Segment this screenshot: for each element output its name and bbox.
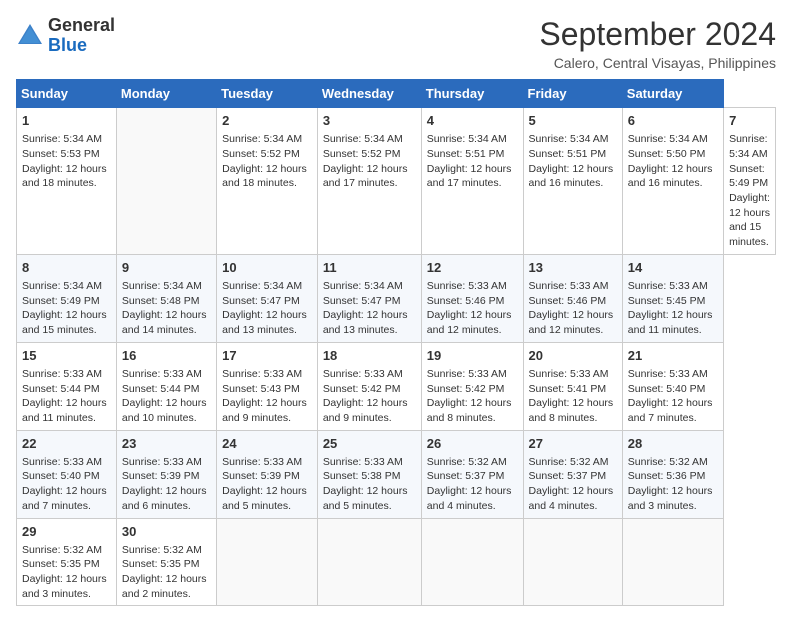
table-row: 28Sunrise: 5:32 AM Sunset: 5:36 PM Dayli… (622, 430, 723, 518)
month-title: September 2024 (539, 16, 776, 53)
table-row (317, 518, 421, 606)
table-row: 24Sunrise: 5:33 AM Sunset: 5:39 PM Dayli… (217, 430, 318, 518)
table-row: 21Sunrise: 5:33 AM Sunset: 5:40 PM Dayli… (622, 342, 723, 430)
logo-text-general: General (48, 16, 115, 36)
table-row: 2Sunrise: 5:34 AM Sunset: 5:52 PM Daylig… (217, 108, 318, 255)
table-row: 13Sunrise: 5:33 AM Sunset: 5:46 PM Dayli… (523, 254, 622, 342)
table-row (116, 108, 216, 255)
table-row: 18Sunrise: 5:33 AM Sunset: 5:42 PM Dayli… (317, 342, 421, 430)
table-row: 10Sunrise: 5:34 AM Sunset: 5:47 PM Dayli… (217, 254, 318, 342)
title-block: September 2024 Calero, Central Visayas, … (539, 16, 776, 71)
table-row: 5Sunrise: 5:34 AM Sunset: 5:51 PM Daylig… (523, 108, 622, 255)
table-row: 23Sunrise: 5:33 AM Sunset: 5:39 PM Dayli… (116, 430, 216, 518)
col-monday: Monday (116, 80, 216, 108)
col-tuesday: Tuesday (217, 80, 318, 108)
table-row: 19Sunrise: 5:33 AM Sunset: 5:42 PM Dayli… (421, 342, 523, 430)
table-row: 29Sunrise: 5:32 AM Sunset: 5:35 PM Dayli… (17, 518, 117, 606)
table-row: 9Sunrise: 5:34 AM Sunset: 5:48 PM Daylig… (116, 254, 216, 342)
table-row: 30Sunrise: 5:32 AM Sunset: 5:35 PM Dayli… (116, 518, 216, 606)
table-row: 16Sunrise: 5:33 AM Sunset: 5:44 PM Dayli… (116, 342, 216, 430)
col-friday: Friday (523, 80, 622, 108)
table-row: 14Sunrise: 5:33 AM Sunset: 5:45 PM Dayli… (622, 254, 723, 342)
calendar-header-row: Sunday Monday Tuesday Wednesday Thursday… (17, 80, 776, 108)
logo: General Blue (16, 16, 115, 56)
logo-icon (16, 22, 44, 50)
table-row (217, 518, 318, 606)
table-row: 3Sunrise: 5:34 AM Sunset: 5:52 PM Daylig… (317, 108, 421, 255)
table-row: 12Sunrise: 5:33 AM Sunset: 5:46 PM Dayli… (421, 254, 523, 342)
table-row: 8Sunrise: 5:34 AM Sunset: 5:49 PM Daylig… (17, 254, 117, 342)
table-row: 20Sunrise: 5:33 AM Sunset: 5:41 PM Dayli… (523, 342, 622, 430)
col-sunday: Sunday (17, 80, 117, 108)
table-row: 1Sunrise: 5:34 AM Sunset: 5:53 PM Daylig… (17, 108, 117, 255)
table-row: 27Sunrise: 5:32 AM Sunset: 5:37 PM Dayli… (523, 430, 622, 518)
calendar-table: Sunday Monday Tuesday Wednesday Thursday… (16, 79, 776, 606)
logo-text-blue: Blue (48, 36, 115, 56)
col-thursday: Thursday (421, 80, 523, 108)
location-text: Calero, Central Visayas, Philippines (539, 55, 776, 71)
col-saturday: Saturday (622, 80, 723, 108)
table-row: 6Sunrise: 5:34 AM Sunset: 5:50 PM Daylig… (622, 108, 723, 255)
table-row: 17Sunrise: 5:33 AM Sunset: 5:43 PM Dayli… (217, 342, 318, 430)
table-row: 22Sunrise: 5:33 AM Sunset: 5:40 PM Dayli… (17, 430, 117, 518)
table-row: 25Sunrise: 5:33 AM Sunset: 5:38 PM Dayli… (317, 430, 421, 518)
table-row (421, 518, 523, 606)
table-row (523, 518, 622, 606)
table-row: 11Sunrise: 5:34 AM Sunset: 5:47 PM Dayli… (317, 254, 421, 342)
table-row: 15Sunrise: 5:33 AM Sunset: 5:44 PM Dayli… (17, 342, 117, 430)
table-row: 26Sunrise: 5:32 AM Sunset: 5:37 PM Dayli… (421, 430, 523, 518)
table-row: 7Sunrise: 5:34 AM Sunset: 5:49 PM Daylig… (724, 108, 776, 255)
table-row (622, 518, 723, 606)
col-wednesday: Wednesday (317, 80, 421, 108)
page-header: General Blue September 2024 Calero, Cent… (16, 16, 776, 71)
table-row: 4Sunrise: 5:34 AM Sunset: 5:51 PM Daylig… (421, 108, 523, 255)
